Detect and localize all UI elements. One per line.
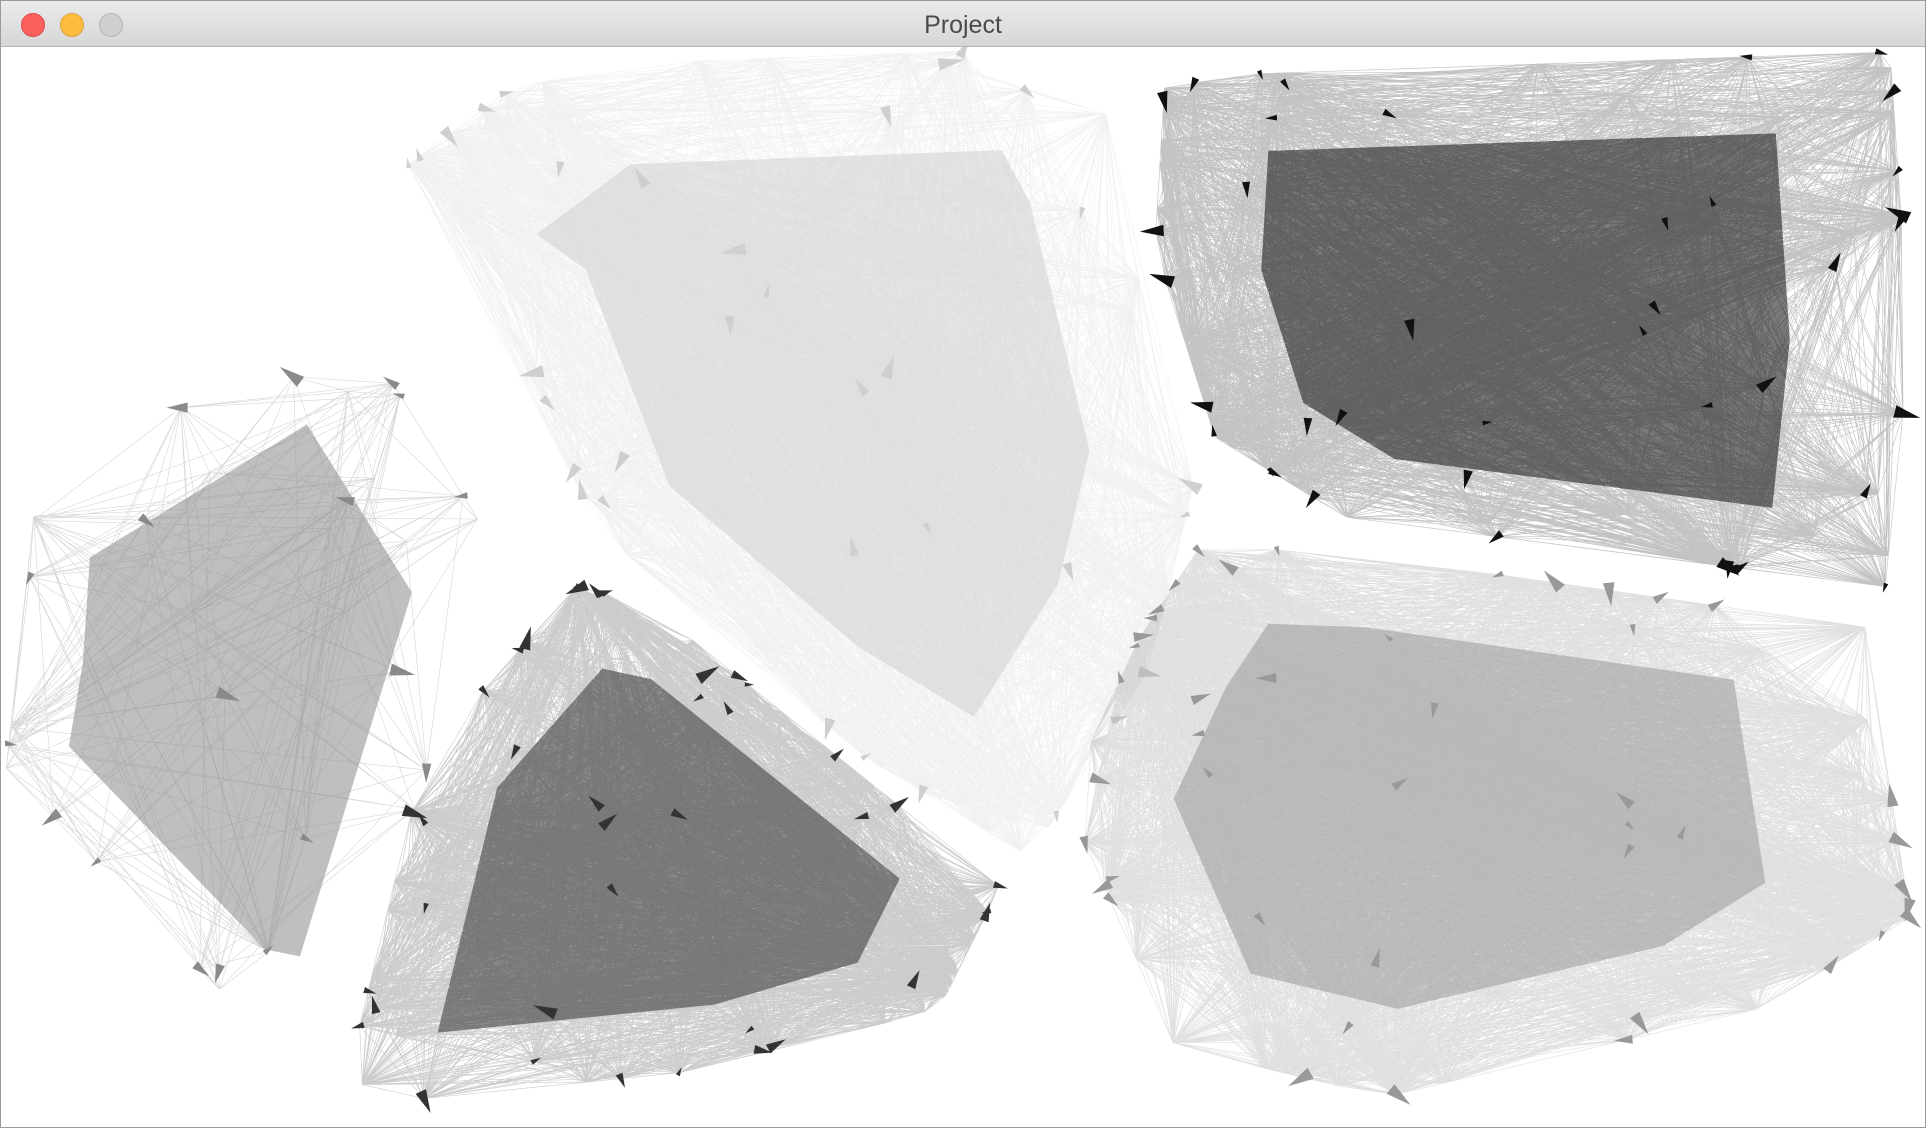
graph-node[interactable]: [215, 963, 225, 984]
graph-node[interactable]: [279, 366, 305, 387]
app-window: Project: [0, 0, 1926, 1128]
cluster-left-core: [68, 424, 412, 957]
graph-node[interactable]: [351, 1021, 365, 1029]
graph-node[interactable]: [1893, 405, 1921, 418]
graph-node[interactable]: [1882, 582, 1889, 593]
graph-node[interactable]: [1874, 48, 1889, 55]
title-bar[interactable]: Project: [1, 1, 1925, 47]
cluster-bottom-right[interactable]: [1079, 544, 1922, 1105]
graph-node[interactable]: [1887, 783, 1899, 808]
graph-node[interactable]: [389, 663, 416, 676]
cluster-top-right[interactable]: [1139, 48, 1921, 593]
graph-node[interactable]: [166, 402, 188, 413]
graph-node[interactable]: [1157, 90, 1168, 114]
graph-node[interactable]: [1079, 835, 1088, 854]
graph-node[interactable]: [993, 881, 1008, 889]
graph-node[interactable]: [519, 626, 531, 651]
graph-node[interactable]: [880, 105, 891, 128]
window-title: Project: [924, 11, 1002, 39]
cluster-left[interactable]: [5, 366, 478, 990]
cluster-top-right-core: [1261, 133, 1790, 508]
graph-canvas[interactable]: [5, 47, 1923, 1125]
network-graph[interactable]: [5, 47, 1923, 1125]
graph-node[interactable]: [1139, 224, 1164, 237]
graph-node[interactable]: [1190, 401, 1214, 413]
graph-node[interactable]: [382, 376, 400, 390]
